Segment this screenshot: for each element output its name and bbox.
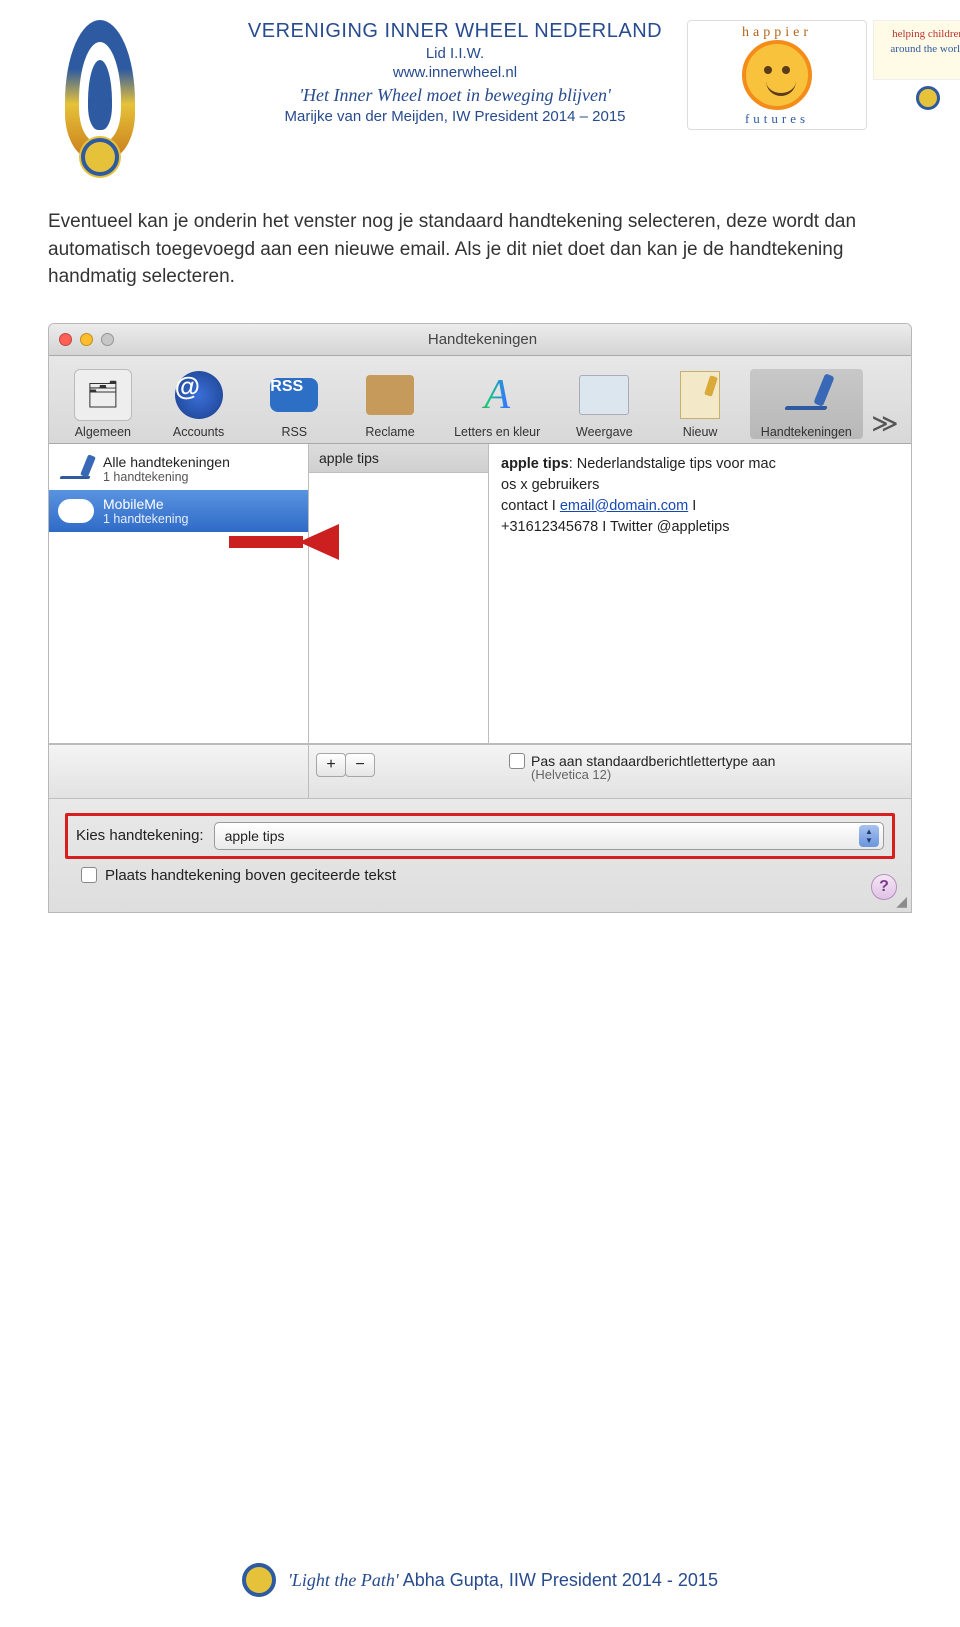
- toolbar-nieuw-label: Nieuw: [683, 425, 718, 439]
- match-font-checkbox[interactable]: [509, 753, 525, 769]
- toolbar-letters-label: Letters en kleur: [454, 425, 540, 439]
- account-all-title: Alle handtekeningen: [103, 454, 230, 470]
- iw-mini-badge-icon: [916, 86, 940, 110]
- help-button[interactable]: ?: [871, 874, 897, 900]
- preview-line4: +31612345678 I Twitter @appletips: [501, 517, 899, 538]
- fonts-icon: A: [468, 369, 526, 421]
- red-arrow-annotation: [229, 524, 339, 560]
- org-url: www.innerwheel.nl: [180, 64, 730, 81]
- flame-logo-icon: [55, 20, 145, 180]
- place-above-row: Plaats handtekening boven geciteerde tek…: [65, 859, 895, 902]
- select-caret-icon: ▲▼: [859, 825, 879, 847]
- place-above-label: Plaats handtekening boven geciteerde tek…: [105, 867, 396, 884]
- footer-badge-icon: [242, 1563, 276, 1597]
- compose-icon: [671, 369, 729, 421]
- toolbar-handtekeningen-label: Handtekeningen: [761, 425, 852, 439]
- remove-signature-button[interactable]: −: [345, 753, 375, 777]
- account-all-sub: 1 handtekening: [103, 470, 230, 484]
- font-name-label: (Helvetica 12): [531, 767, 611, 782]
- happier-label: happier: [688, 25, 866, 41]
- toolbar-nieuw[interactable]: Nieuw: [654, 369, 746, 439]
- account-mm-sub: 1 handtekening: [103, 512, 189, 526]
- toolbar-algemeen[interactable]: 🗂 Algemeen: [57, 369, 149, 439]
- rss-icon: RSS: [265, 369, 323, 421]
- preview-line3a: contact I: [501, 498, 560, 514]
- choose-signature-row: Kies handtekening: apple tips ▲▼ Plaats …: [49, 798, 911, 912]
- header-logo-left: [30, 20, 170, 180]
- helping-line2: around the world: [876, 42, 960, 57]
- body-paragraph: Eventueel kan je onderin het venster nog…: [0, 190, 960, 301]
- sun-face-icon: [742, 40, 812, 110]
- viewing-icon: [575, 369, 633, 421]
- window-title: Handtekeningen: [114, 331, 851, 348]
- place-above-checkbox[interactable]: [81, 867, 97, 883]
- footer-motto: 'Light the Path': [288, 1570, 399, 1590]
- preview-line1b: : Nederlandstalige tips voor mac: [569, 456, 776, 472]
- org-motto: 'Het Inner Wheel moet in beweging blijve…: [180, 85, 730, 106]
- toolbar-reclame-label: Reclame: [365, 425, 414, 439]
- choose-signature-highlight: Kies handtekening: apple tips ▲▼: [65, 813, 895, 859]
- toolbar-handtekeningen[interactable]: Handtekeningen: [750, 369, 863, 439]
- header-center: VERENIGING INNER WHEEL NEDERLAND Lid I.I…: [170, 20, 740, 125]
- choose-signature-select[interactable]: apple tips ▲▼: [214, 822, 884, 850]
- toolbar-algemeen-label: Algemeen: [75, 425, 131, 439]
- mail-preferences-window: Handtekeningen 🗂 Algemeen @ Accounts RSS…: [48, 323, 912, 913]
- account-mm-title: MobileMe: [103, 496, 189, 512]
- toolbar-rss-label: RSS: [281, 425, 307, 439]
- zoom-icon[interactable]: [101, 333, 114, 346]
- at-icon: @: [170, 369, 228, 421]
- add-remove-row: + − Pas aan standaardberichtlettertype a…: [49, 744, 911, 798]
- preview-email-link[interactable]: email@domain.com: [560, 498, 688, 514]
- page-footer: 'Light the Path' Abha Gupta, IIW Preside…: [0, 1563, 960, 1597]
- toolbar-overflow-button[interactable]: ≫: [867, 408, 903, 439]
- signature-panes: Alle handtekeningen 1 handtekening Mobil…: [49, 444, 911, 744]
- signature-list: apple tips: [309, 444, 489, 743]
- prefs-toolbar: 🗂 Algemeen @ Accounts RSS RSS Reclame A …: [49, 356, 911, 444]
- toolbar-letters[interactable]: A Letters en kleur: [440, 369, 555, 439]
- accounts-list: Alle handtekeningen 1 handtekening Mobil…: [49, 444, 309, 743]
- org-president: Marijke van der Meijden, IW President 20…: [180, 108, 730, 125]
- close-icon[interactable]: [59, 333, 72, 346]
- happier-futures-logo: happier futures: [687, 20, 867, 130]
- junk-icon: [361, 369, 419, 421]
- header-right: happier futures helping children around …: [740, 20, 930, 130]
- resize-grip-icon[interactable]: ◢: [896, 893, 907, 910]
- choose-signature-value: apple tips: [225, 828, 285, 844]
- cloud-icon: [57, 494, 95, 528]
- toolbar-reclame[interactable]: Reclame: [344, 369, 436, 439]
- preview-line3b: I: [688, 498, 696, 514]
- signature-small-icon: [57, 452, 95, 486]
- signature-icon: [777, 369, 835, 421]
- signature-preview[interactable]: apple tips: Nederlandstalige tips voor m…: [489, 444, 911, 743]
- page-header: VERENIGING INNER WHEEL NEDERLAND Lid I.I…: [0, 0, 960, 190]
- preview-line2: os x gebruikers: [501, 475, 899, 496]
- toolbar-weergave[interactable]: Weergave: [559, 369, 651, 439]
- window-titlebar: Handtekeningen: [49, 324, 911, 356]
- footer-text: 'Light the Path' Abha Gupta, IIW Preside…: [288, 1570, 718, 1591]
- footer-rest: Abha Gupta, IIW President 2014 - 2015: [399, 1570, 718, 1590]
- signature-item-appletips[interactable]: apple tips: [309, 444, 488, 473]
- org-sub1: Lid I.I.W.: [180, 45, 730, 62]
- choose-signature-label: Kies handtekening:: [76, 827, 204, 844]
- toolbar-weergave-label: Weergave: [576, 425, 633, 439]
- org-title: VERENIGING INNER WHEEL NEDERLAND: [180, 20, 730, 43]
- toolbar-accounts[interactable]: @ Accounts: [153, 369, 245, 439]
- account-all-signatures[interactable]: Alle handtekeningen 1 handtekening: [49, 448, 308, 490]
- toolbar-rss[interactable]: RSS RSS: [248, 369, 340, 439]
- algemeen-icon: 🗂: [74, 369, 132, 421]
- traffic-lights: [59, 333, 114, 346]
- add-signature-button[interactable]: +: [316, 753, 346, 777]
- helping-children-badge: helping children around the world: [873, 20, 960, 80]
- preview-name: apple tips: [501, 456, 569, 472]
- minimize-icon[interactable]: [80, 333, 93, 346]
- futures-label: futures: [688, 111, 866, 127]
- helping-line1: helping children: [876, 27, 960, 42]
- toolbar-accounts-label: Accounts: [173, 425, 224, 439]
